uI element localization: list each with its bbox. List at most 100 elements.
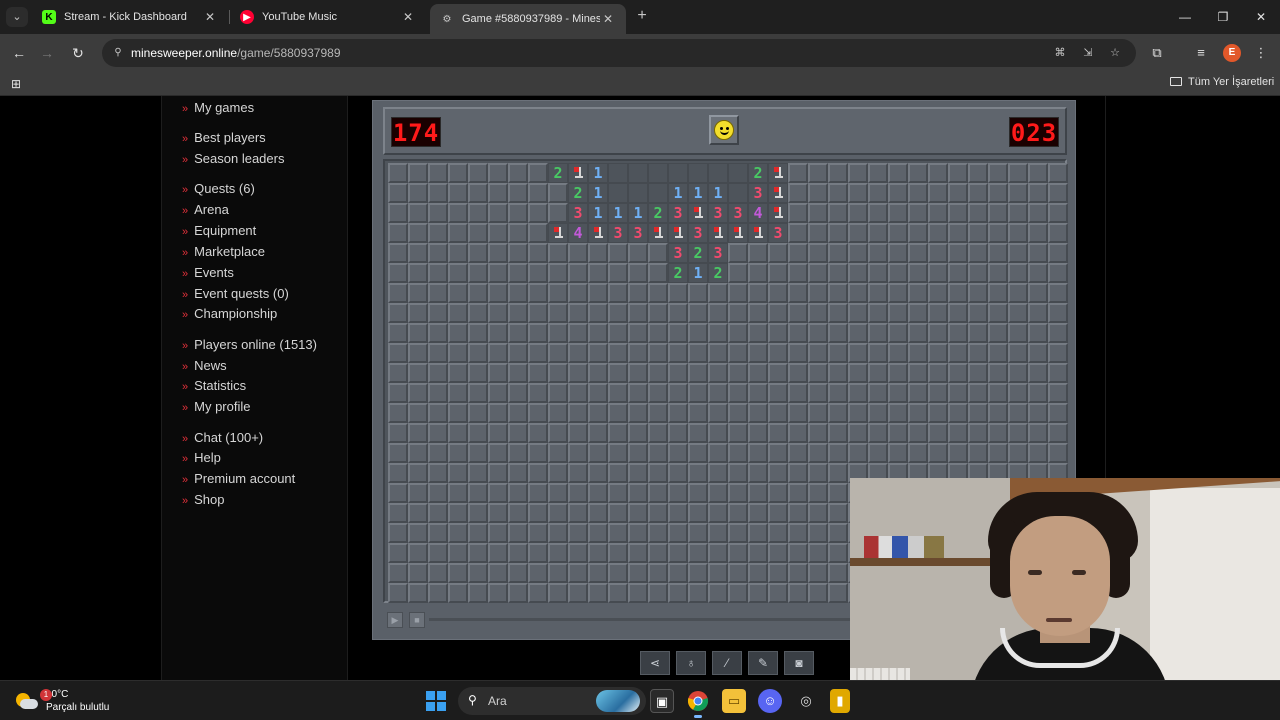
hidden-cell[interactable] bbox=[968, 343, 988, 363]
hidden-cell[interactable] bbox=[428, 543, 448, 563]
hidden-cell[interactable] bbox=[528, 323, 548, 343]
minimize-button[interactable]: — bbox=[1166, 0, 1204, 34]
hidden-cell[interactable] bbox=[528, 523, 548, 543]
hidden-cell[interactable] bbox=[1048, 443, 1068, 463]
empty-cell[interactable] bbox=[728, 163, 748, 183]
hidden-cell[interactable] bbox=[548, 403, 568, 423]
hidden-cell[interactable] bbox=[428, 463, 448, 483]
flag-icon[interactable] bbox=[668, 223, 688, 243]
hidden-cell[interactable] bbox=[948, 343, 968, 363]
number-cell[interactable]: 1 bbox=[588, 203, 608, 223]
hidden-cell[interactable] bbox=[988, 423, 1008, 443]
hidden-cell[interactable] bbox=[448, 483, 468, 503]
hidden-cell[interactable] bbox=[648, 323, 668, 343]
hidden-cell[interactable] bbox=[728, 483, 748, 503]
hidden-cell[interactable] bbox=[508, 203, 528, 223]
hidden-cell[interactable] bbox=[588, 263, 608, 283]
hidden-cell[interactable] bbox=[748, 523, 768, 543]
hidden-cell[interactable] bbox=[588, 363, 608, 383]
hidden-cell[interactable] bbox=[868, 363, 888, 383]
number-cell[interactable]: 2 bbox=[708, 263, 728, 283]
hidden-cell[interactable] bbox=[788, 283, 808, 303]
hidden-cell[interactable] bbox=[788, 303, 808, 323]
hidden-cell[interactable] bbox=[1008, 203, 1028, 223]
hidden-cell[interactable] bbox=[448, 223, 468, 243]
hidden-cell[interactable] bbox=[428, 323, 448, 343]
hidden-cell[interactable] bbox=[708, 283, 728, 303]
hidden-cell[interactable] bbox=[828, 283, 848, 303]
hidden-cell[interactable] bbox=[1008, 403, 1028, 423]
profile-avatar[interactable]: E bbox=[1223, 44, 1241, 62]
hidden-cell[interactable] bbox=[828, 223, 848, 243]
hidden-cell[interactable] bbox=[1028, 343, 1048, 363]
hidden-cell[interactable] bbox=[808, 483, 828, 503]
hidden-cell[interactable] bbox=[388, 203, 408, 223]
hidden-cell[interactable] bbox=[448, 283, 468, 303]
hidden-cell[interactable] bbox=[428, 523, 448, 543]
hidden-cell[interactable] bbox=[448, 323, 468, 343]
hidden-cell[interactable] bbox=[708, 503, 728, 523]
hidden-cell[interactable] bbox=[988, 343, 1008, 363]
hidden-cell[interactable] bbox=[628, 303, 648, 323]
hidden-cell[interactable] bbox=[968, 283, 988, 303]
hidden-cell[interactable] bbox=[608, 343, 628, 363]
hidden-cell[interactable] bbox=[928, 163, 948, 183]
hidden-cell[interactable] bbox=[528, 263, 548, 283]
hidden-cell[interactable] bbox=[748, 583, 768, 603]
hidden-cell[interactable] bbox=[748, 283, 768, 303]
hidden-cell[interactable] bbox=[568, 323, 588, 343]
sidebar-item-my-games[interactable]: » My games bbox=[182, 100, 254, 115]
hidden-cell[interactable] bbox=[808, 343, 828, 363]
flag-icon[interactable] bbox=[648, 223, 668, 243]
app-icon[interactable]: ◎ bbox=[794, 689, 818, 713]
share-icon[interactable]: ⋖ bbox=[640, 651, 670, 675]
hidden-cell[interactable] bbox=[688, 403, 708, 423]
hidden-cell[interactable] bbox=[628, 563, 648, 583]
hidden-cell[interactable] bbox=[948, 443, 968, 463]
hidden-cell[interactable] bbox=[968, 263, 988, 283]
hidden-cell[interactable] bbox=[668, 403, 688, 423]
empty-cell[interactable] bbox=[608, 163, 628, 183]
hidden-cell[interactable] bbox=[588, 423, 608, 443]
hidden-cell[interactable] bbox=[508, 383, 528, 403]
hidden-cell[interactable] bbox=[648, 303, 668, 323]
hidden-cell[interactable] bbox=[928, 183, 948, 203]
hidden-cell[interactable] bbox=[568, 583, 588, 603]
hidden-cell[interactable] bbox=[628, 423, 648, 443]
hidden-cell[interactable] bbox=[1008, 223, 1028, 243]
hidden-cell[interactable] bbox=[828, 563, 848, 583]
hidden-cell[interactable] bbox=[488, 423, 508, 443]
hidden-cell[interactable] bbox=[748, 303, 768, 323]
forward-button[interactable]: → bbox=[36, 42, 58, 64]
number-cell[interactable]: 1 bbox=[588, 183, 608, 203]
hidden-cell[interactable] bbox=[988, 443, 1008, 463]
hidden-cell[interactable] bbox=[788, 543, 808, 563]
hidden-cell[interactable] bbox=[808, 203, 828, 223]
hidden-cell[interactable] bbox=[468, 163, 488, 183]
flag-icon[interactable] bbox=[748, 223, 768, 243]
hidden-cell[interactable] bbox=[608, 243, 628, 263]
flag-icon[interactable] bbox=[588, 223, 608, 243]
hidden-cell[interactable] bbox=[528, 583, 548, 603]
hidden-cell[interactable] bbox=[808, 383, 828, 403]
hidden-cell[interactable] bbox=[968, 223, 988, 243]
hidden-cell[interactable] bbox=[448, 343, 468, 363]
flag-icon[interactable] bbox=[728, 223, 748, 243]
hidden-cell[interactable] bbox=[588, 583, 608, 603]
hidden-cell[interactable] bbox=[1008, 363, 1028, 383]
hidden-cell[interactable] bbox=[928, 263, 948, 283]
hidden-cell[interactable] bbox=[668, 303, 688, 323]
hidden-cell[interactable] bbox=[408, 223, 428, 243]
hidden-cell[interactable] bbox=[1008, 283, 1028, 303]
hidden-cell[interactable] bbox=[468, 423, 488, 443]
hidden-cell[interactable] bbox=[748, 243, 768, 263]
hidden-cell[interactable] bbox=[488, 403, 508, 423]
hidden-cell[interactable] bbox=[608, 543, 628, 563]
hidden-cell[interactable] bbox=[468, 323, 488, 343]
hidden-cell[interactable] bbox=[808, 503, 828, 523]
hidden-cell[interactable] bbox=[988, 283, 1008, 303]
number-cell[interactable]: 2 bbox=[648, 203, 668, 223]
hidden-cell[interactable] bbox=[868, 403, 888, 423]
hint-icon[interactable]: ♁ bbox=[676, 651, 706, 675]
hidden-cell[interactable] bbox=[528, 443, 548, 463]
